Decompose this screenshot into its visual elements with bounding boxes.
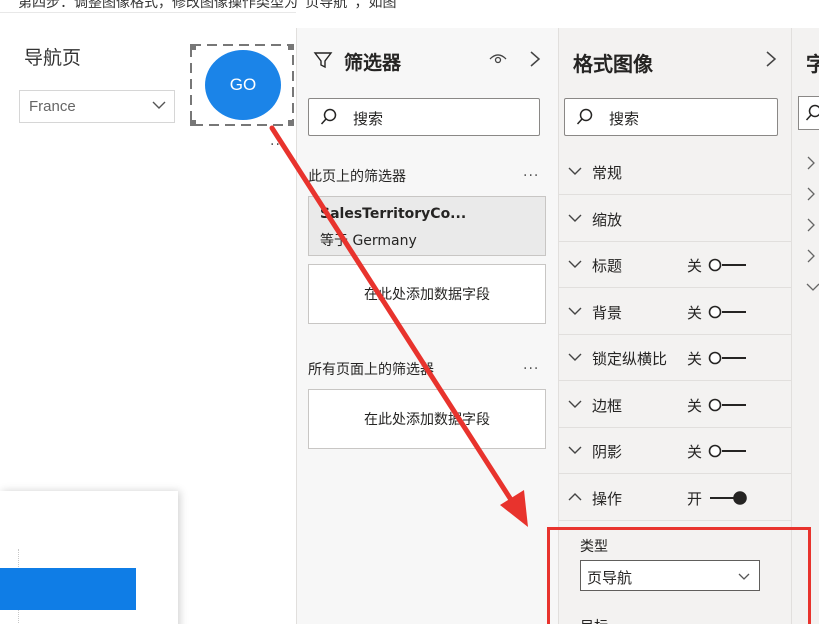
page-filters-more-icon[interactable]: ... xyxy=(523,164,539,180)
slicer-value: France xyxy=(29,98,76,115)
filter-pane: 筛选器 搜索 此页上的筛选器 ... SalesTerritoryCo... 等… xyxy=(296,28,558,624)
chevron-down-icon xyxy=(152,101,166,109)
more-options-icon[interactable]: ... xyxy=(270,133,286,149)
format-row[interactable]: 背景 关 xyxy=(559,289,792,335)
search-placeholder: 搜索 xyxy=(353,110,384,128)
format-row-state: 关 xyxy=(687,350,703,368)
top-caption-strip: 第四步：调整图像格式，修改图像操作类型为“页导航”，如图 xyxy=(0,0,819,12)
chevron-right-icon[interactable] xyxy=(806,156,816,170)
filter-pane-title: 筛选器 xyxy=(344,52,402,74)
chevron-down-icon xyxy=(568,446,582,454)
format-row-label: 锁定纵横比 xyxy=(592,350,668,368)
format-row-label: 常规 xyxy=(592,164,623,182)
format-row-label: 阴影 xyxy=(592,443,623,461)
toggle-switch[interactable] xyxy=(708,351,748,365)
all-pages-more-icon[interactable]: ... xyxy=(523,357,539,373)
format-row-label: 操作 xyxy=(592,489,623,508)
format-row-label: 缩放 xyxy=(592,210,623,229)
format-row[interactable]: 缩放 xyxy=(559,196,792,242)
top-caption: 第四步：调整图像格式，修改图像操作类型为“页导航”，如图 xyxy=(18,0,397,11)
chevron-down-icon xyxy=(568,307,582,315)
filter-field-name: SalesTerritoryCo... xyxy=(320,206,467,222)
chevron-right-icon[interactable] xyxy=(765,50,777,68)
toggle-switch[interactable] xyxy=(708,444,748,458)
chevron-up-icon xyxy=(568,492,582,500)
nav-page-title: 导航页 xyxy=(24,47,82,69)
format-pane-title: 格式图像 xyxy=(573,52,653,76)
filter-condition: 等于 Germany xyxy=(320,233,417,249)
search-icon xyxy=(320,108,337,125)
chevron-down-icon xyxy=(568,260,582,268)
format-row-state: 关 xyxy=(687,396,703,415)
add-data-field-all[interactable]: 在此处添加数据字段 xyxy=(308,389,546,449)
filter-search-input[interactable]: 搜索 xyxy=(308,98,540,136)
filter-funnel-icon xyxy=(313,52,333,69)
format-row[interactable]: 边框 关 xyxy=(559,382,792,428)
format-row[interactable]: 操作 开 xyxy=(559,475,792,521)
format-row-state: 关 xyxy=(687,303,703,322)
toggle-switch[interactable] xyxy=(708,258,748,272)
add-data-field-page[interactable]: 在此处添加数据字段 xyxy=(308,264,546,324)
eye-icon[interactable] xyxy=(489,52,507,66)
search-placeholder: 搜索 xyxy=(609,110,640,128)
format-row[interactable]: 常规 xyxy=(559,149,792,195)
chevron-right-icon[interactable] xyxy=(806,249,816,263)
highlight-box xyxy=(547,527,811,624)
toggle-switch[interactable] xyxy=(708,490,748,505)
filter-card[interactable]: SalesTerritoryCo... 等于 Germany xyxy=(308,196,546,256)
report-canvas: 导航页 France GO ... xyxy=(0,12,296,624)
format-row-state: 开 xyxy=(687,489,703,508)
chevron-right-icon[interactable] xyxy=(806,187,816,201)
chevron-down-icon xyxy=(568,400,582,408)
fields-search-input[interactable] xyxy=(798,96,819,130)
all-pages-filters-heading: 所有页面上的筛选器 xyxy=(308,362,434,378)
format-row-state: 关 xyxy=(687,443,703,461)
go-button[interactable]: GO xyxy=(205,50,281,120)
format-search-input[interactable]: 搜索 xyxy=(564,98,778,136)
format-row-state: 关 xyxy=(687,257,703,275)
card-bar xyxy=(0,568,136,610)
chevron-down-icon[interactable] xyxy=(806,280,819,294)
chevron-right-icon[interactable] xyxy=(529,50,541,68)
format-row[interactable]: 锁定纵横比 关 xyxy=(559,335,792,381)
chevron-down-icon xyxy=(568,167,582,175)
format-row[interactable]: 阴影 关 xyxy=(559,428,792,474)
search-icon xyxy=(576,108,593,125)
search-icon xyxy=(805,104,819,121)
page-filters-heading: 此页上的筛选器 xyxy=(308,169,406,185)
chevron-right-icon[interactable] xyxy=(806,218,816,232)
format-row[interactable]: 标题 关 xyxy=(559,242,792,288)
format-row-label: 边框 xyxy=(592,396,623,415)
chevron-down-icon xyxy=(568,214,582,222)
format-row-label: 背景 xyxy=(592,303,623,322)
visual-card[interactable] xyxy=(0,491,178,624)
chevron-down-icon xyxy=(568,353,582,361)
fields-pane-title: 字 xyxy=(806,52,819,76)
format-row-label: 标题 xyxy=(592,257,623,275)
toggle-switch[interactable] xyxy=(708,305,748,319)
toggle-switch[interactable] xyxy=(708,398,748,412)
country-slicer-dropdown[interactable]: France xyxy=(19,90,175,123)
